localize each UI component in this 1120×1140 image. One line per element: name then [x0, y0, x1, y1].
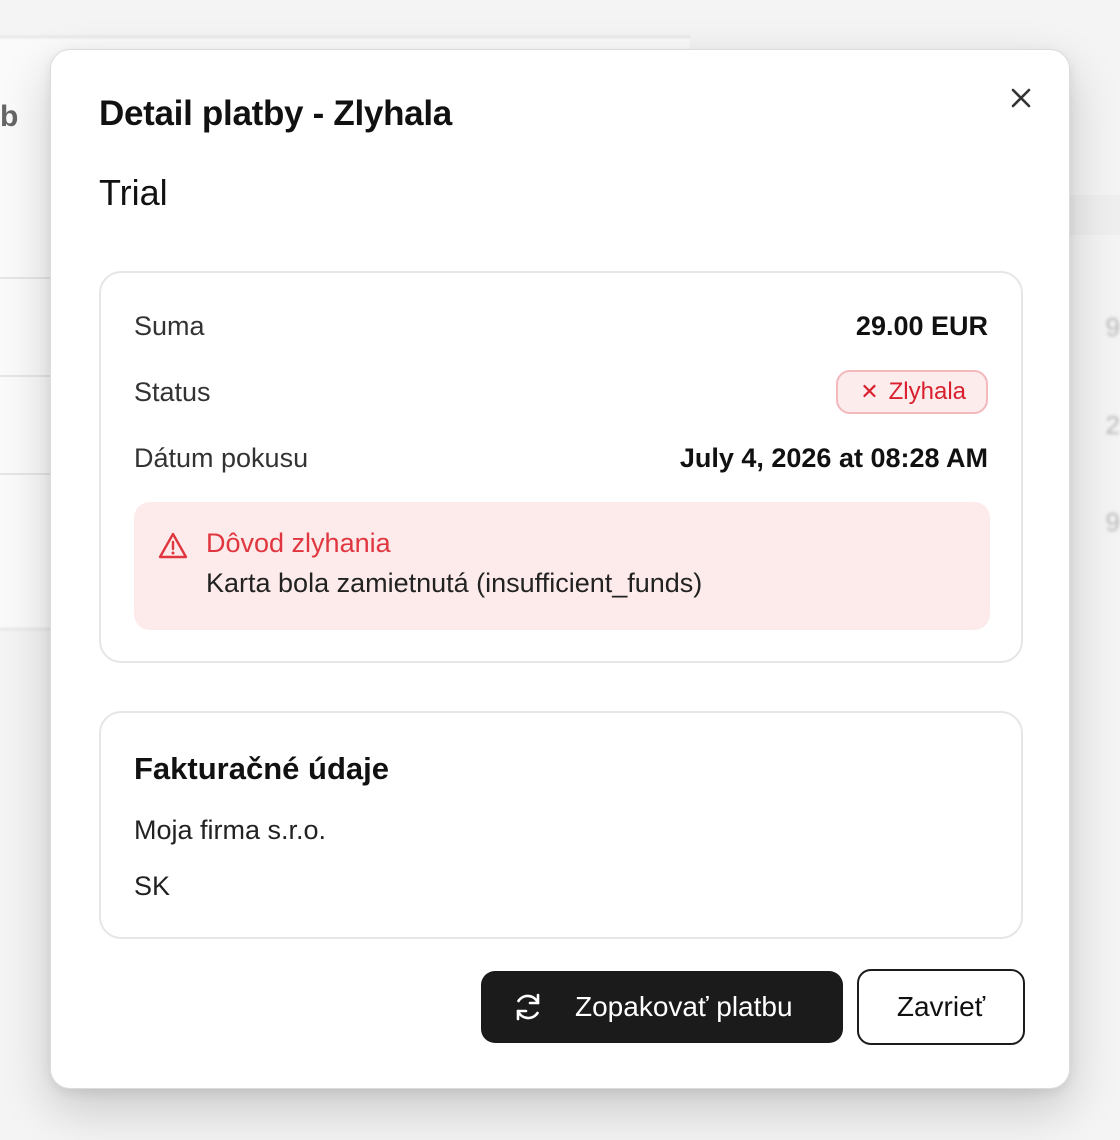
- failure-reason-box: Dôvod zlyhania Karta bola zamietnutá (in…: [134, 502, 990, 630]
- background-digit: 9: [1105, 312, 1120, 342]
- close-icon[interactable]: [1007, 84, 1035, 112]
- failure-reason-message: Karta bola zamietnutá (insufficient_fund…: [206, 568, 703, 598]
- warning-triangle-icon: [157, 530, 189, 562]
- payment-detail-modal: Detail platby - Zlyhala Trial Suma 29.00…: [50, 49, 1070, 1089]
- failure-reason-title: Dôvod zlyhania: [206, 528, 391, 558]
- status-badge: ✕ Zlyhala: [836, 370, 988, 414]
- amount-value: 29.00 EUR: [855, 310, 988, 341]
- payment-info-card: Suma 29.00 EUR Status ✕ Zlyhala Dátum po…: [99, 271, 1023, 663]
- billing-title: Fakturačné údaje: [134, 751, 389, 786]
- billing-company: Moja firma s.r.o.: [134, 815, 327, 845]
- billing-country: SK: [134, 871, 171, 901]
- close-button[interactable]: Zavrieť: [857, 969, 1025, 1045]
- status-row: Status ✕ Zlyhala: [134, 370, 988, 414]
- amount-row: Suma 29.00 EUR: [134, 304, 988, 348]
- background-digit: 9: [1105, 507, 1120, 537]
- refresh-icon: [511, 990, 545, 1024]
- x-icon: ✕: [860, 379, 879, 404]
- plan-name: Trial: [99, 172, 168, 213]
- date-label: Dátum pokusu: [134, 442, 309, 473]
- date-value: July 4, 2026 at 08:28 AM: [679, 442, 988, 473]
- status-value: Zlyhala: [888, 378, 966, 405]
- billing-info-card: Fakturačné údaje Moja firma s.r.o. SK: [99, 711, 1023, 939]
- date-row: Dátum pokusu July 4, 2026 at 08:28 AM: [134, 436, 988, 480]
- background-digit: 2: [1105, 410, 1120, 440]
- status-label: Status: [134, 376, 211, 407]
- modal-title: Detail platby - Zlyhala: [99, 94, 452, 133]
- retry-payment-button[interactable]: Zopakovať platbu: [481, 971, 843, 1043]
- retry-payment-label: Zopakovať platbu: [575, 991, 793, 1022]
- background-partial-text: b: [0, 100, 19, 133]
- amount-label: Suma: [134, 310, 205, 341]
